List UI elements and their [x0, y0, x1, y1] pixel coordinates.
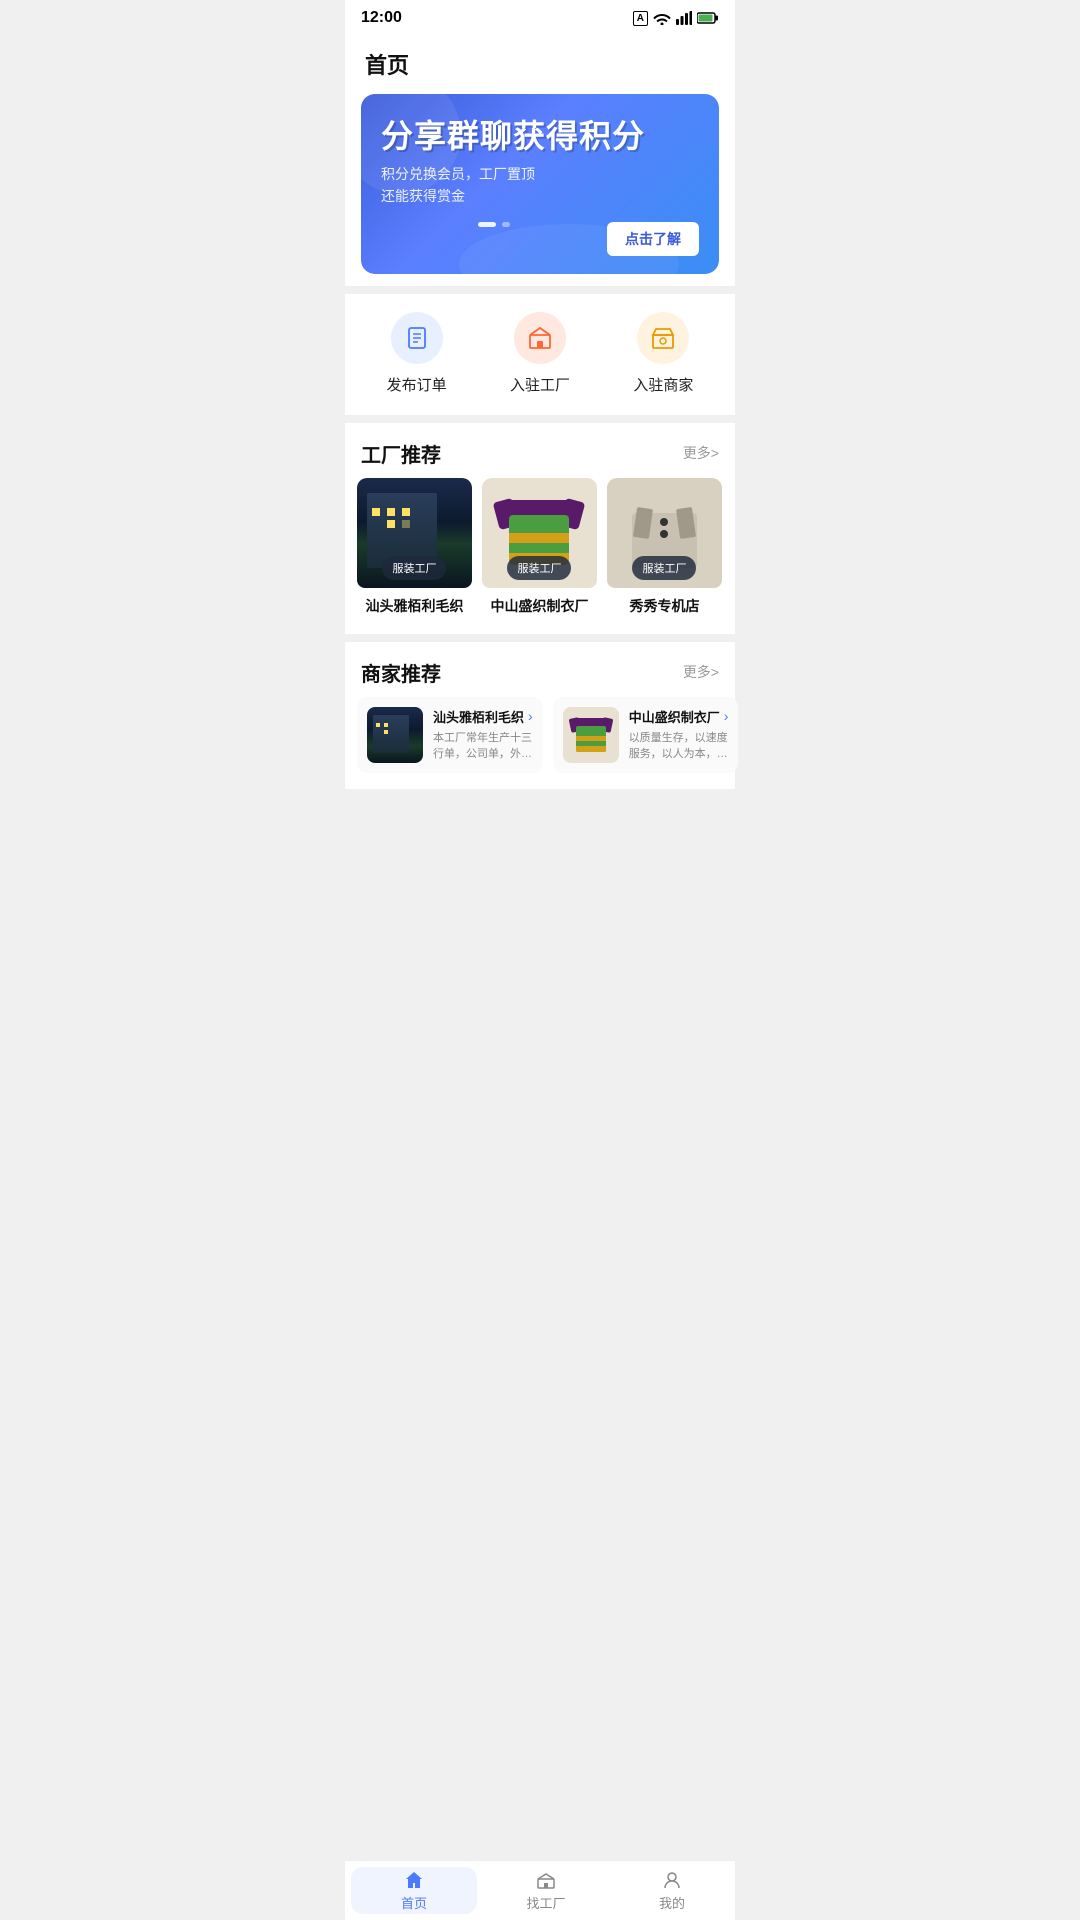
status-bar: 12:00 A — [345, 0, 735, 36]
join-merchant-icon — [637, 312, 689, 364]
merchant-section-title: 商家推荐 — [361, 658, 441, 687]
nav-item-find-factory[interactable]: 找工厂 — [483, 1861, 609, 1920]
banner-dot-1 — [478, 222, 496, 227]
factory-card-2-tag: 服装工厂 — [507, 556, 571, 580]
merchant-card-2-info: 中山盛织制衣厂 › 以质量生存，以速度服务，以人为本，… — [629, 707, 729, 763]
factory-card-2-name: 中山盛织制衣厂 — [482, 588, 597, 618]
factory-cards-list: 服装工厂 汕头雅栢利毛织 服装工厂 中山盛织制衣厂 — [345, 478, 735, 634]
merchant-cards-list: 汕头雅栢利毛织 › 本工厂常年生产十三行单，公司单，外… — [345, 697, 735, 789]
mine-icon — [662, 1870, 682, 1890]
quick-action-publish-order[interactable]: 发布订单 — [355, 312, 478, 395]
nav-item-mine[interactable]: 我的 — [609, 1861, 735, 1920]
quick-action-join-merchant[interactable]: 入驻商家 — [602, 312, 725, 395]
merchant-card-2[interactable]: 中山盛织制衣厂 › 以质量生存，以速度服务，以人为本，… — [553, 697, 739, 773]
merchant-card-2-name: 中山盛织制衣厂 — [629, 707, 720, 726]
page-title: 首页 — [365, 48, 715, 80]
merchant-card-2-name-row: 中山盛织制衣厂 › — [629, 707, 729, 726]
factory-section-header: 工厂推荐 更多> — [345, 423, 735, 478]
merchant-card-1-name-row: 汕头雅栢利毛织 › — [433, 707, 533, 726]
merchant-card-1-name: 汕头雅栢利毛织 — [433, 707, 524, 726]
banner-button[interactable]: 点击了解 — [607, 222, 699, 256]
factory-card-1-name: 汕头雅栢利毛织 — [357, 588, 472, 618]
factory-card-3-name: 秀秀专机店 — [607, 588, 722, 618]
banner-sub-text: 积分兑换会员，工厂置顶 还能获得赏金 — [381, 163, 699, 208]
merchant-card-2-arrow: › — [724, 708, 729, 724]
factory-card-3-image: 服装工厂 — [607, 478, 722, 588]
merchant-card-1-avatar — [367, 707, 423, 763]
factory-card-3-tag: 服装工厂 — [632, 556, 696, 580]
publish-order-label: 发布订单 — [387, 374, 447, 395]
merchant-card-1-desc: 本工厂常年生产十三行单，公司单，外… — [433, 730, 533, 763]
keyboard-icon: A — [633, 11, 648, 26]
join-factory-icon — [514, 312, 566, 364]
nav-mine-label: 我的 — [659, 1893, 685, 1912]
quick-actions: 发布订单 入驻工厂 入驻商家 — [345, 294, 735, 415]
nav-find-factory-label: 找工厂 — [526, 1893, 565, 1912]
factory-more-link[interactable]: 更多> — [683, 443, 719, 463]
factory-card-3[interactable]: 服装工厂 秀秀专机店 — [607, 478, 722, 618]
signal-icon — [676, 11, 692, 25]
factory-card-1-image: 服装工厂 — [357, 478, 472, 588]
merchant-section: 商家推荐 更多> 汕头雅栢利毛织 › 本工厂常年生产十三行单，公司单，外… — [345, 642, 735, 789]
factory-section-title: 工厂推荐 — [361, 439, 441, 468]
banner-dot-2 — [502, 222, 510, 227]
publish-order-icon — [391, 312, 443, 364]
merchant-card-1-arrow: › — [528, 708, 533, 724]
mini-polo-icon — [573, 718, 609, 752]
factory-card-1[interactable]: 服装工厂 汕头雅栢利毛织 — [357, 478, 472, 618]
status-icons: A — [633, 11, 719, 26]
factory-card-1-tag: 服装工厂 — [382, 556, 446, 580]
merchant-section-header: 商家推荐 更多> — [345, 642, 735, 697]
banner-dots — [381, 222, 607, 227]
merchant-card-2-avatar — [563, 707, 619, 763]
banner-wrapper: 分享群聊获得积分 积分兑换会员，工厂置顶 还能获得赏金 点击了解 — [345, 94, 735, 286]
merchant-more-link[interactable]: 更多> — [683, 662, 719, 682]
battery-icon — [697, 12, 719, 24]
factory-card-2-image: 服装工厂 — [482, 478, 597, 588]
bottom-nav: 首页 找工厂 我的 — [345, 1860, 735, 1920]
merchant-card-2-desc: 以质量生存，以速度服务，以人为本，… — [629, 730, 729, 763]
join-factory-label: 入驻工厂 — [510, 374, 570, 395]
banner[interactable]: 分享群聊获得积分 积分兑换会员，工厂置顶 还能获得赏金 点击了解 — [361, 94, 719, 274]
merchant-card-1-info: 汕头雅栢利毛织 › 本工厂常年生产十三行单，公司单，外… — [433, 707, 533, 763]
factory-nav-icon — [536, 1870, 556, 1890]
nav-item-home[interactable]: 首页 — [351, 1867, 477, 1914]
status-time: 12:00 — [361, 9, 402, 27]
home-icon — [404, 1870, 424, 1890]
nav-home-label: 首页 — [401, 1893, 427, 1912]
merchant-card-1[interactable]: 汕头雅栢利毛织 › 本工厂常年生产十三行单，公司单，外… — [357, 697, 543, 773]
factory-section: 工厂推荐 更多> 服装工厂 汕头雅栢利毛织 服装工 — [345, 423, 735, 634]
banner-main-text: 分享群聊获得积分 — [381, 118, 699, 155]
header: 首页 — [345, 36, 735, 94]
quick-action-join-factory[interactable]: 入驻工厂 — [478, 312, 601, 395]
wifi-icon — [653, 11, 671, 25]
factory-card-2[interactable]: 服装工厂 中山盛织制衣厂 — [482, 478, 597, 618]
join-merchant-label: 入驻商家 — [633, 374, 693, 395]
